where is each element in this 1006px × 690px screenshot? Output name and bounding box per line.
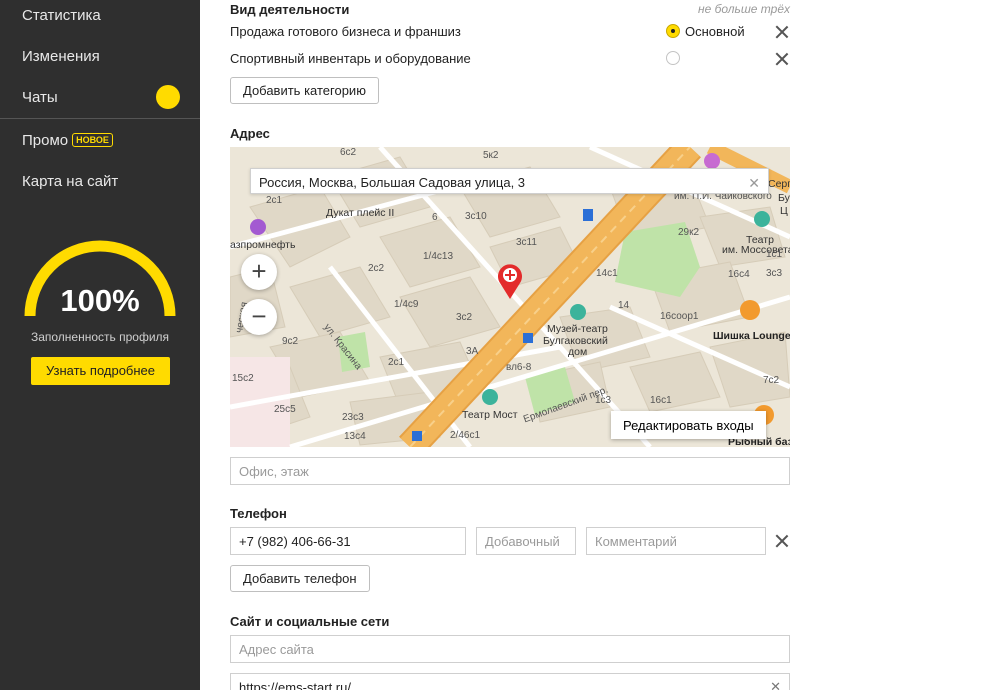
map-label: 14с1: [596, 268, 618, 279]
nav-promo[interactable]: Промо НОВОЕ: [22, 132, 113, 149]
clear-address-icon[interactable]: ✕: [748, 175, 760, 192]
chat-notification-dot: [156, 85, 180, 109]
main-content: Вид деятельности не больше трёх Продажа …: [200, 0, 1006, 690]
phone-extension-input[interactable]: [476, 527, 576, 555]
map-label: 13с4: [344, 431, 366, 442]
web-title: Сайт и социальные сети: [230, 614, 390, 629]
map-label: 2с1: [266, 195, 283, 206]
map-label: Бу: [778, 192, 790, 204]
map-label: 23с3: [342, 412, 364, 423]
nav-changes[interactable]: Изменения: [22, 48, 100, 65]
zoom-out-icon[interactable]: −: [241, 299, 277, 335]
remove-category-icon[interactable]: [774, 24, 790, 40]
website-entry[interactable]: https://ems-start.ru/ ✕: [230, 673, 790, 690]
phone-comment-input[interactable]: [586, 527, 766, 555]
phone-number-input[interactable]: [230, 527, 466, 555]
map-label: Шишка Lounge: [713, 330, 790, 342]
map-label: Дукат плейс II: [326, 207, 395, 219]
category-row: Спортивный инвентарь и оборудование: [230, 49, 790, 69]
map-label: 1/4с13: [423, 251, 454, 262]
map-label: 16с1: [650, 395, 672, 406]
phone-title: Телефон: [230, 506, 287, 521]
address-title: Адрес: [230, 126, 270, 141]
map-label: 6: [432, 212, 438, 223]
map-label: 25с5: [274, 404, 296, 415]
map-address-value: Россия, Москва, Большая Садовая улица, 3: [259, 175, 526, 190]
map[interactable]: 5к2 6с2 Дукат плейс II 2с1 6 3с10 3с11 и…: [230, 147, 790, 447]
nav-map-widget[interactable]: Карта на сайт: [22, 173, 118, 190]
remove-phone-icon[interactable]: [774, 533, 790, 549]
nav-promo-label: Промо: [22, 132, 69, 149]
map-label: вл6-8: [506, 362, 532, 373]
learn-more-button[interactable]: Узнать подробнее: [31, 357, 170, 385]
map-label: 5к2: [483, 150, 499, 161]
map-label: 15с2: [232, 373, 254, 384]
map-label: 16с4: [728, 269, 750, 280]
map-label: 2/46с1: [450, 430, 481, 441]
map-label: Театр Мост: [462, 409, 518, 421]
edit-entrances-button[interactable]: Редактировать входы: [611, 411, 766, 439]
map-label: дом: [568, 346, 588, 358]
website-input[interactable]: [230, 635, 790, 663]
map-label: 2с1: [388, 357, 405, 368]
nav-chats[interactable]: Чаты: [22, 89, 58, 106]
category-row: Продажа готового бизнеса и франшиз Основ…: [230, 22, 790, 42]
sidebar: Статистика Изменения Чаты Промо НОВОЕ Кар…: [0, 0, 200, 690]
new-badge: НОВОЕ: [72, 133, 113, 147]
add-category-button[interactable]: Добавить категорию: [230, 77, 379, 104]
activity-hint: не больше трёх: [697, 2, 790, 16]
sidebar-divider: [0, 118, 200, 119]
map-label: 3с2: [456, 312, 473, 323]
map-label: 6с2: [340, 147, 357, 158]
map-label: 3А: [466, 346, 479, 357]
office-floor-input[interactable]: [230, 457, 790, 485]
map-label: 29к2: [678, 227, 700, 238]
map-label: 9с2: [282, 336, 299, 347]
map-label: 14: [618, 300, 630, 311]
map-label: 3с3: [766, 268, 783, 279]
add-phone-button[interactable]: Добавить телефон: [230, 565, 370, 592]
primary-radio-label: Основной: [685, 24, 745, 39]
remove-category-icon[interactable]: [774, 51, 790, 67]
profile-caption: Заполненность профиля: [30, 330, 170, 344]
map-label: 7с2: [763, 375, 780, 386]
map-address-search[interactable]: Россия, Москва, Большая Садовая улица, 3…: [250, 168, 769, 194]
website-value: https://ems-start.ru/: [239, 680, 351, 690]
category-label: Продажа готового бизнеса и франшиз: [230, 24, 461, 39]
primary-radio[interactable]: [666, 24, 680, 38]
clear-website-icon[interactable]: ✕: [770, 679, 781, 690]
profile-percent: 100%: [60, 283, 140, 318]
category-label: Спортивный инвентарь и оборудование: [230, 51, 471, 66]
map-label: 3с10: [465, 211, 487, 222]
map-label: 1с1: [766, 249, 783, 260]
map-label: Музей-театр: [547, 323, 608, 335]
map-label: 16соор1: [660, 311, 699, 322]
map-label: 2с2: [368, 263, 385, 274]
map-label: азпромнефть: [230, 239, 296, 251]
nav-statistics[interactable]: Статистика: [22, 7, 101, 24]
zoom-in-icon[interactable]: +: [241, 254, 277, 290]
activity-title: Вид деятельности: [230, 2, 350, 17]
map-label: 3с11: [516, 237, 537, 248]
primary-radio[interactable]: [666, 51, 680, 65]
map-label: 1/4с9: [394, 299, 419, 310]
map-label: 1с3: [595, 395, 612, 406]
map-label: Серг: [768, 178, 790, 190]
map-label: Ц: [780, 205, 788, 217]
